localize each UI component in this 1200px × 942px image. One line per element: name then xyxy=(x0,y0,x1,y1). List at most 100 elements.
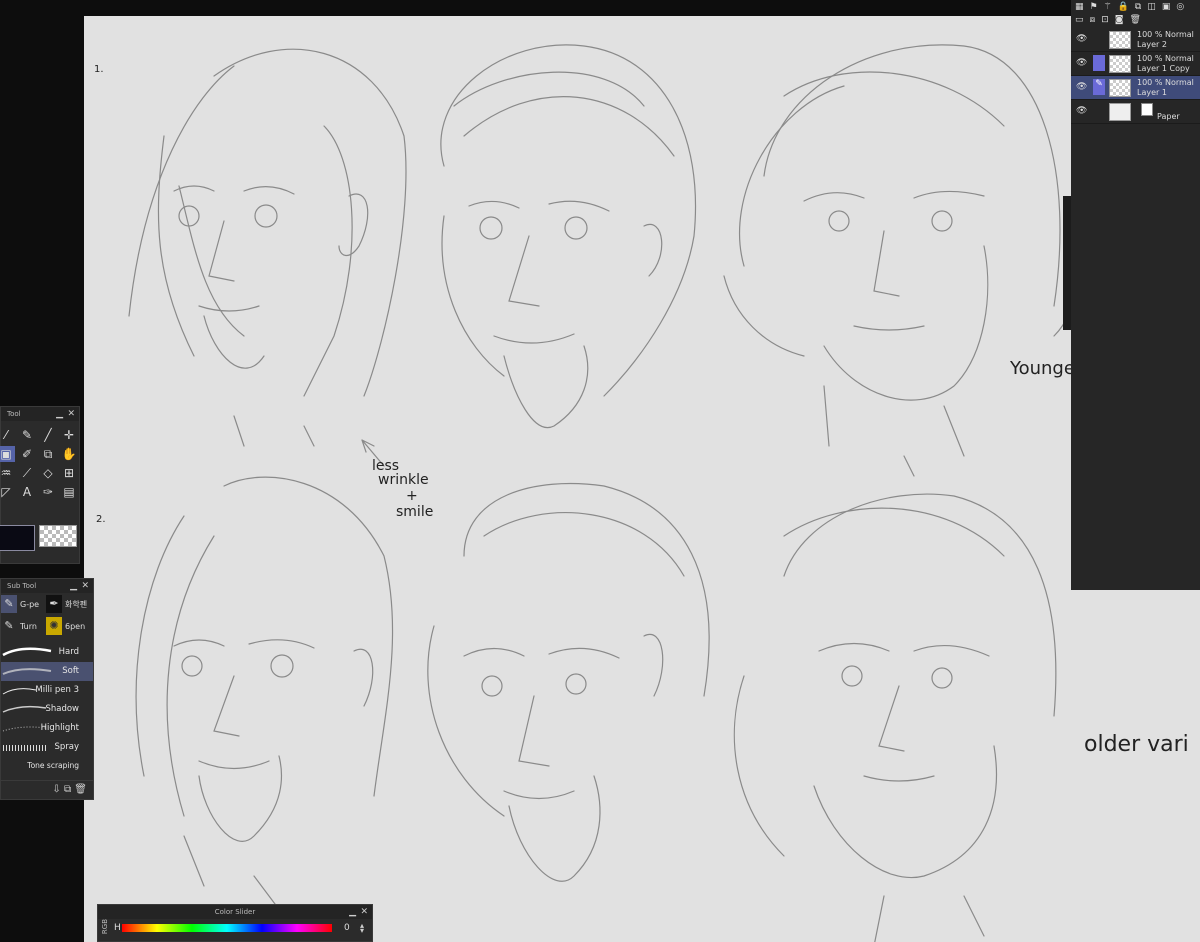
main-color-swatch[interactable] xyxy=(0,525,35,551)
copy-icon[interactable]: ⧉ xyxy=(64,784,71,795)
blend-icon[interactable]: ♒ xyxy=(0,465,15,481)
brush-soft-label: Soft xyxy=(62,666,79,676)
hue-value[interactable]: 0 xyxy=(344,923,350,933)
custom-brush-icon[interactable]: ✺ xyxy=(46,617,62,635)
pen-icon[interactable]: ╱ xyxy=(39,427,57,443)
eyedropper-icon[interactable]: ✎ xyxy=(18,427,36,443)
layer-row-paper[interactable]: 👁 Paper xyxy=(1071,100,1200,124)
move-icon[interactable]: ✛ xyxy=(60,427,78,443)
layer-blend-mode: 100 % Normal xyxy=(1137,54,1194,63)
tool-panel-title-text: Tool xyxy=(7,410,21,418)
pencil-icon[interactable]: ✐ xyxy=(18,446,36,462)
pen-nib-icon[interactable]: ✒ xyxy=(46,595,62,613)
brush-hard[interactable]: Hard xyxy=(1,643,93,662)
gradient-icon[interactable]: ▤ xyxy=(60,484,78,500)
eye-icon[interactable]: 👁 xyxy=(1076,106,1087,116)
delete-layer-icon[interactable]: 🗑 xyxy=(1130,15,1141,27)
hue-slider[interactable] xyxy=(122,924,332,932)
row-label-2: 2. xyxy=(96,514,106,525)
ruler-icon[interactable]: ⚚ xyxy=(1104,2,1112,14)
color-slider-title-text: Color Slider xyxy=(214,908,256,916)
pen-icon[interactable]: ✎ xyxy=(1093,79,1105,95)
brush-tone-scraping[interactable]: Tone scraping xyxy=(1,757,93,776)
sub-tool-group-turn[interactable]: Turn xyxy=(20,622,46,631)
feedback-note-smile: smile xyxy=(396,504,434,520)
brush-highlight-label: Highlight xyxy=(40,723,79,733)
layer-thumbnail xyxy=(1109,55,1131,73)
eye-icon[interactable]: 👁 xyxy=(1076,82,1087,92)
younger-note: Younge xyxy=(1010,358,1075,379)
brush-spray-label: Spray xyxy=(54,742,79,752)
eraser-icon[interactable]: ◇ xyxy=(39,465,57,481)
merge-icon[interactable]: ⊡ xyxy=(1101,15,1109,27)
layer-name: Paper xyxy=(1157,112,1180,121)
layer-row-layer-1-copy[interactable]: 👁 100 % Normal Layer 1 Copy xyxy=(1071,52,1200,76)
layer-edit-box[interactable] xyxy=(1093,103,1105,119)
layer-icon[interactable]: ▦ xyxy=(1075,2,1084,14)
paper-icon xyxy=(1141,103,1153,116)
tool-panel: Tool ▁ ✕ ⁄ ✎ ╱ ✛ ▣ ✐ ⧉ ✋ ♒ ⟋ ◇ ⊞ ◸ A ✑ ▤ xyxy=(0,406,80,564)
pen-icon[interactable]: ✎ xyxy=(1,617,17,635)
line-icon[interactable]: ⟋ xyxy=(18,465,36,481)
text-icon[interactable]: A xyxy=(18,484,36,500)
sub-color-swatch[interactable] xyxy=(39,525,77,547)
hue-channel-label: H xyxy=(114,923,121,933)
layer-edit-box[interactable] xyxy=(1093,55,1105,71)
sub-tool-panel: Sub Tool ▁ ✕ ✎ G-pe ✒ 화학펜 ✎ Turn ✺ 6pen … xyxy=(0,578,94,800)
layer-row-layer-2[interactable]: 👁 100 % Normal Layer 2 xyxy=(1071,28,1200,52)
layer-blend-mode: 100 % Normal xyxy=(1137,78,1194,87)
download-icon[interactable]: ⇩ xyxy=(52,784,60,795)
eye-icon[interactable]: 👁 xyxy=(1076,34,1087,44)
ruler-icon[interactable]: ◸ xyxy=(0,484,15,500)
layer-thumbnail xyxy=(1109,79,1131,97)
sub-tool-group-korean[interactable]: 화학펜 xyxy=(65,599,87,610)
lock-icon[interactable]: 🔒 xyxy=(1118,2,1129,14)
stepper-icon[interactable]: ▴ ▾ xyxy=(360,922,364,935)
fill-icon[interactable]: ▣ xyxy=(0,446,15,462)
sub-tool-group-6pen[interactable]: 6pen xyxy=(65,622,85,631)
tone-icon[interactable]: ⚑ xyxy=(1090,2,1098,14)
brush-highlight[interactable]: Highlight xyxy=(1,719,93,738)
transform-icon[interactable]: ⧉ xyxy=(39,446,57,462)
layer-blend-mode: 100 % Normal xyxy=(1137,30,1194,39)
layer-name: Layer 2 xyxy=(1137,40,1167,49)
trash-icon[interactable]: 🗑 xyxy=(74,784,87,795)
minimize-icon[interactable]: ▁ xyxy=(70,579,77,593)
sub-tool-group-row-2: ✎ Turn ✺ 6pen xyxy=(1,615,93,637)
new-folder-icon[interactable]: ▭ xyxy=(1075,15,1084,27)
new-raster-layer-icon[interactable]: ▣ xyxy=(1162,2,1171,14)
minimize-icon[interactable]: ▁ xyxy=(349,905,356,919)
pen-icon[interactable]: ✎ xyxy=(1,595,17,613)
brush-milli-pen[interactable]: Milli pen 3 xyxy=(1,681,93,700)
brush-soft[interactable]: Soft xyxy=(1,662,93,681)
row-label-1: 1. xyxy=(94,64,104,75)
mask-icon[interactable]: ◙ xyxy=(1115,15,1124,27)
airbrush-icon[interactable]: ⁄ xyxy=(0,427,15,443)
copy-layer-icon[interactable]: ⧈ xyxy=(1090,15,1096,27)
reference-icon[interactable]: ◫ xyxy=(1147,2,1156,14)
close-icon[interactable]: ✕ xyxy=(67,407,75,421)
sketch-drawing xyxy=(128,44,1075,942)
clip-icon[interactable]: ⧉ xyxy=(1135,2,1141,14)
layer-row-layer-1[interactable]: 👁 ✎ 100 % Normal Layer 1 xyxy=(1071,76,1200,100)
sub-tool-group-gpen[interactable]: G-pe xyxy=(20,600,46,609)
tool-grid: ⁄ ✎ ╱ ✛ ▣ ✐ ⧉ ✋ ♒ ⟋ ◇ ⊞ ◸ A ✑ ▤ xyxy=(0,421,79,500)
frame-icon[interactable]: ⊞ xyxy=(60,465,78,481)
brush-spray[interactable]: Spray xyxy=(1,738,93,757)
layer-edit-box[interactable] xyxy=(1093,31,1105,47)
hand-icon[interactable]: ✋ xyxy=(60,446,78,462)
canvas-scrollbar[interactable] xyxy=(1063,196,1071,330)
minimize-icon[interactable]: ▁ xyxy=(56,407,63,421)
brush-tone-scraping-label: Tone scraping xyxy=(27,761,79,770)
new-vector-layer-icon[interactable]: ◎ xyxy=(1176,2,1184,14)
brush-shadow[interactable]: Shadow xyxy=(1,700,93,719)
brush-milli-pen-label: Milli pen 3 xyxy=(35,685,79,695)
balloon-icon[interactable]: ✑ xyxy=(39,484,57,500)
feedback-note-plus: + xyxy=(406,488,418,504)
eye-icon[interactable]: 👁 xyxy=(1076,58,1087,68)
close-icon[interactable]: ✕ xyxy=(81,579,89,593)
close-icon[interactable]: ✕ xyxy=(360,905,368,919)
drawing-canvas[interactable]: 1. 2. less wrinkle + smile Younge older … xyxy=(84,16,1200,942)
color-mode-label[interactable]: RGB xyxy=(101,919,109,934)
brush-shadow-label: Shadow xyxy=(45,704,79,714)
